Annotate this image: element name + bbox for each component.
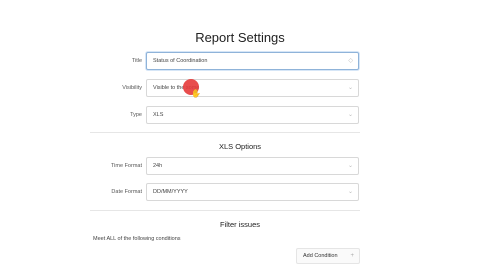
date-format-value: DD/MM/YYYY: [153, 189, 188, 195]
title-input[interactable]: Status of Coordination ◇: [146, 52, 359, 70]
xls-options-heading: XLS Options: [218, 142, 262, 151]
divider: [90, 210, 360, 211]
title-input-value: Status of Coordination: [153, 58, 208, 64]
time-format-row: Time Format 24h ⌄: [90, 157, 360, 175]
time-format-select[interactable]: 24h ⌄: [146, 157, 359, 175]
page-title: Report Settings: [195, 30, 285, 45]
visibility-select[interactable]: Visible to the some ⌄: [146, 79, 359, 97]
mouse-pointer-icon: ✋: [191, 89, 201, 98]
chevron-down-icon: ⌄: [347, 163, 353, 169]
filter-issues-heading: Filter issues: [219, 220, 260, 229]
plus-icon: +: [350, 253, 354, 259]
visibility-label: Visibility: [122, 85, 142, 91]
visibility-row: Visibility Visible to the some ⌄: [90, 79, 360, 97]
clear-icon[interactable]: ◇: [348, 53, 353, 69]
time-format-value: 24h: [153, 163, 163, 169]
divider: [90, 132, 360, 133]
add-condition-label: Add Condition: [303, 253, 338, 259]
type-row: Type XLS ⌄: [90, 106, 360, 124]
type-select[interactable]: XLS ⌄: [146, 106, 359, 124]
date-format-row: Date Format DD/MM/YYYY ⌄: [90, 183, 360, 201]
date-format-select[interactable]: DD/MM/YYYY ⌄: [146, 183, 359, 201]
time-format-label: Time Format: [111, 163, 142, 169]
type-label: Type: [130, 112, 142, 118]
chevron-down-icon: ⌄: [347, 112, 353, 118]
chevron-down-icon: ⌄: [347, 189, 353, 195]
chevron-down-icon: ⌄: [347, 85, 353, 91]
date-format-label: Date Format: [111, 189, 142, 195]
condition-text: Meet ALL of the following conditions: [93, 236, 181, 242]
title-label: Title: [131, 58, 142, 64]
add-condition-button[interactable]: Add Condition +: [296, 248, 360, 264]
type-select-value: XLS: [153, 112, 164, 118]
title-row: Title Status of Coordination ◇: [90, 52, 360, 70]
